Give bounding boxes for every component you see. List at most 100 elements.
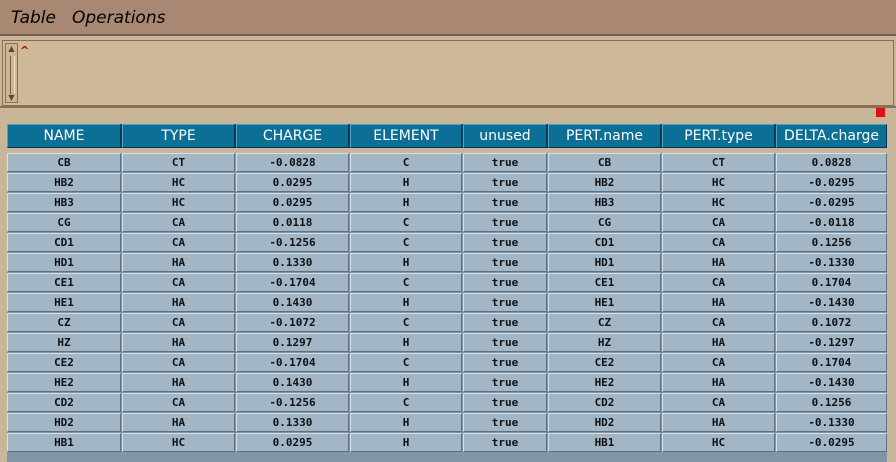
- column-header-element[interactable]: ELEMENT: [350, 124, 462, 148]
- pane-divider[interactable]: [0, 106, 896, 108]
- table-cell[interactable]: 0.1430: [236, 373, 349, 392]
- table-cell[interactable]: true: [463, 253, 547, 272]
- table-cell[interactable]: H: [350, 293, 462, 312]
- column-header-pert-type[interactable]: PERT.type: [662, 124, 775, 148]
- table-cell[interactable]: HB2: [7, 173, 121, 192]
- table-cell[interactable]: HD1: [7, 253, 121, 272]
- table-cell[interactable]: HB2: [548, 173, 661, 192]
- table-cell[interactable]: 0.1330: [236, 253, 349, 272]
- column-header-unused[interactable]: unused: [463, 124, 547, 148]
- table-cell[interactable]: HE2: [7, 373, 121, 392]
- table-cell[interactable]: CE1: [7, 273, 121, 292]
- table-cell[interactable]: CD1: [7, 233, 121, 252]
- table-cell[interactable]: -0.0295: [776, 173, 887, 192]
- table-cell[interactable]: 0.0295: [236, 193, 349, 212]
- table-cell[interactable]: -0.0295: [776, 433, 887, 452]
- table-cell[interactable]: 0.1330: [236, 413, 349, 432]
- table-cell[interactable]: true: [463, 353, 547, 372]
- table-cell[interactable]: HC: [662, 433, 775, 452]
- table-cell[interactable]: C: [350, 233, 462, 252]
- table-cell[interactable]: 0.1704: [776, 273, 887, 292]
- table-cell[interactable]: HZ: [548, 333, 661, 352]
- table-cell[interactable]: C: [350, 153, 462, 172]
- column-header-pert-name[interactable]: PERT.name: [548, 124, 661, 148]
- table-cell[interactable]: HA: [662, 413, 775, 432]
- table-cell[interactable]: CA: [662, 313, 775, 332]
- table-cell[interactable]: -0.0295: [776, 193, 887, 212]
- table-cell[interactable]: CA: [122, 393, 235, 412]
- column-header-type[interactable]: TYPE: [122, 124, 235, 148]
- table-cell[interactable]: -0.1430: [776, 373, 887, 392]
- table-cell[interactable]: -0.1330: [776, 253, 887, 272]
- table-cell[interactable]: C: [350, 273, 462, 292]
- table-cell[interactable]: 0.1256: [776, 233, 887, 252]
- table-cell[interactable]: true: [463, 273, 547, 292]
- table-cell[interactable]: CB: [7, 153, 121, 172]
- table-cell[interactable]: true: [463, 233, 547, 252]
- table-cell[interactable]: CA: [662, 233, 775, 252]
- table-cell[interactable]: 0.1072: [776, 313, 887, 332]
- table-cell[interactable]: H: [350, 333, 462, 352]
- table-cell[interactable]: -0.0828: [236, 153, 349, 172]
- table-cell[interactable]: HA: [122, 253, 235, 272]
- vertical-scrollbar[interactable]: ▲ ▼: [5, 43, 18, 103]
- table-cell[interactable]: -0.1430: [776, 293, 887, 312]
- table-cell[interactable]: H: [350, 193, 462, 212]
- table-cell[interactable]: HA: [662, 253, 775, 272]
- table-cell[interactable]: true: [463, 433, 547, 452]
- table-cell[interactable]: HB3: [7, 193, 121, 212]
- table-cell[interactable]: CA: [122, 273, 235, 292]
- table-cell[interactable]: CE2: [548, 353, 661, 372]
- table-cell[interactable]: HA: [122, 413, 235, 432]
- table-cell[interactable]: 0.0295: [236, 173, 349, 192]
- table-cell[interactable]: CT: [122, 153, 235, 172]
- table-cell[interactable]: 0.0828: [776, 153, 887, 172]
- table-cell[interactable]: CA: [662, 393, 775, 412]
- table-cell[interactable]: CA: [662, 213, 775, 232]
- table-cell[interactable]: -0.1704: [236, 273, 349, 292]
- table-cell[interactable]: H: [350, 413, 462, 432]
- table-cell[interactable]: true: [463, 333, 547, 352]
- table-cell[interactable]: true: [463, 393, 547, 412]
- table-cell[interactable]: HA: [122, 373, 235, 392]
- table-cell[interactable]: HB1: [548, 433, 661, 452]
- scroll-up-icon[interactable]: ▲: [6, 44, 17, 53]
- table-cell[interactable]: HB3: [548, 193, 661, 212]
- table-cell[interactable]: true: [463, 153, 547, 172]
- table-cell[interactable]: CA: [122, 313, 235, 332]
- table-cell[interactable]: true: [463, 173, 547, 192]
- table-cell[interactable]: HC: [122, 173, 235, 192]
- table-cell[interactable]: HC: [122, 193, 235, 212]
- table-cell[interactable]: -0.1256: [236, 233, 349, 252]
- table-cell[interactable]: C: [350, 313, 462, 332]
- table-cell[interactable]: -0.1072: [236, 313, 349, 332]
- table-cell[interactable]: 0.1256: [776, 393, 887, 412]
- table-cell[interactable]: CD2: [7, 393, 121, 412]
- table-cell[interactable]: HB1: [7, 433, 121, 452]
- scroll-down-icon[interactable]: ▼: [6, 93, 17, 102]
- table-cell[interactable]: -0.1330: [776, 413, 887, 432]
- table-cell[interactable]: true: [463, 413, 547, 432]
- table-cell[interactable]: CB: [548, 153, 661, 172]
- table-cell[interactable]: -0.1704: [236, 353, 349, 372]
- table-cell[interactable]: C: [350, 353, 462, 372]
- table-cell[interactable]: HD1: [548, 253, 661, 272]
- table-cell[interactable]: H: [350, 433, 462, 452]
- table-cell[interactable]: 0.1704: [776, 353, 887, 372]
- table-cell[interactable]: CA: [662, 353, 775, 372]
- table-cell[interactable]: CA: [122, 353, 235, 372]
- table-cell[interactable]: HC: [122, 433, 235, 452]
- menu-operations[interactable]: Operations: [72, 8, 165, 28]
- table-cell[interactable]: H: [350, 373, 462, 392]
- table-cell[interactable]: CD1: [548, 233, 661, 252]
- table-cell[interactable]: 0.1297: [236, 333, 349, 352]
- table-cell[interactable]: CE2: [7, 353, 121, 372]
- table-cell[interactable]: CT: [662, 153, 775, 172]
- table-cell[interactable]: -0.0118: [776, 213, 887, 232]
- table-cell[interactable]: CG: [7, 213, 121, 232]
- table-cell[interactable]: CD2: [548, 393, 661, 412]
- table-cell[interactable]: CZ: [7, 313, 121, 332]
- table-cell[interactable]: C: [350, 213, 462, 232]
- table-cell[interactable]: HD2: [548, 413, 661, 432]
- table-cell[interactable]: HA: [122, 333, 235, 352]
